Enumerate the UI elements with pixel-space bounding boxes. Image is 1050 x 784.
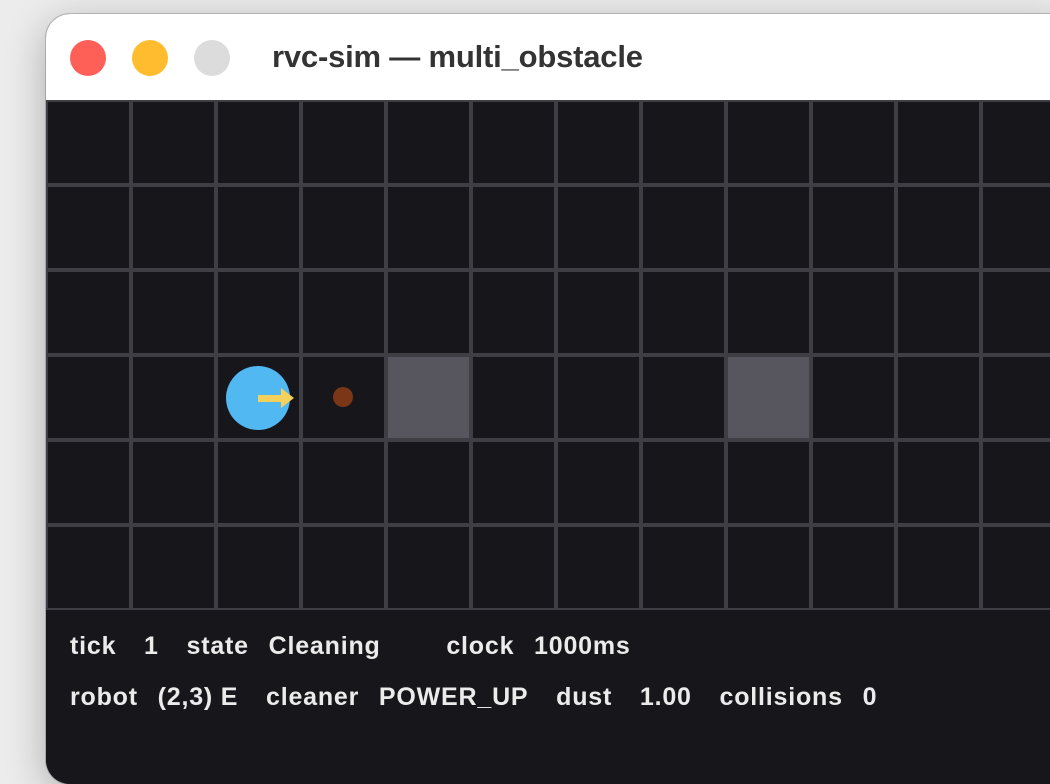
grid-cell — [726, 185, 811, 270]
status-line-1: tick 1 state Cleaning clock 1000ms — [70, 632, 631, 661]
grid-cell — [386, 185, 471, 270]
grid-cell — [556, 185, 641, 270]
grid-cell — [811, 185, 896, 270]
grid-cell — [301, 440, 386, 525]
status-line-2: robot (2,3) E cleaner POWER_UP dust 1.00… — [70, 683, 877, 712]
grid-cell — [641, 100, 726, 185]
grid-cell — [981, 525, 1050, 610]
status-bar: tick 1 state Cleaning clock 1000ms robot… — [46, 610, 1050, 784]
grid-cell — [301, 270, 386, 355]
grid-cell — [216, 100, 301, 185]
grid-cell — [386, 270, 471, 355]
tick-label: tick — [70, 632, 117, 660]
grid-cell — [471, 270, 556, 355]
grid-cell — [216, 185, 301, 270]
grid-cell — [471, 100, 556, 185]
minimize-window-button[interactable] — [132, 40, 168, 76]
grid-cell — [301, 525, 386, 610]
grid-cell — [46, 440, 131, 525]
grid-cell — [46, 100, 131, 185]
state-label: state — [186, 632, 249, 660]
grid-cell — [46, 185, 131, 270]
cleaner-value: POWER_UP — [378, 683, 529, 711]
grid-cell — [216, 525, 301, 610]
zoom-window-button[interactable] — [194, 40, 230, 76]
grid-cell — [46, 525, 131, 610]
dust-label: dust — [556, 683, 613, 711]
grid-cell — [46, 270, 131, 355]
cleaner-label: cleaner — [266, 683, 360, 711]
window-title: rvc-sim — multi_obstacle — [272, 39, 643, 74]
clock-label: clock — [446, 632, 515, 660]
grid-cell — [811, 525, 896, 610]
grid-cell — [641, 355, 726, 440]
grid-cell — [556, 440, 641, 525]
grid-cell — [301, 185, 386, 270]
grid-cell — [981, 185, 1050, 270]
collisions-label: collisions — [719, 683, 843, 711]
tick-value: 1 — [144, 632, 159, 660]
grid-cell — [216, 270, 301, 355]
grid-cell — [726, 525, 811, 610]
grid-cell — [556, 100, 641, 185]
simulator-window: rvc-sim — multi_obstacle tick 1 state Cl… — [46, 14, 1050, 784]
grid-cell — [131, 525, 216, 610]
state-value: Cleaning — [268, 632, 381, 660]
grid-cell — [131, 270, 216, 355]
grid-cell — [216, 440, 301, 525]
grid-cell — [386, 100, 471, 185]
grid-cell — [131, 100, 216, 185]
clock-value: 1000ms — [534, 632, 631, 660]
close-window-button[interactable] — [70, 40, 106, 76]
grid-cell — [471, 440, 556, 525]
grid-cell — [896, 440, 981, 525]
simulation-grid — [46, 100, 1050, 610]
grid-cell — [386, 525, 471, 610]
dust-value: 1.00 — [639, 683, 692, 711]
grid-cell — [471, 525, 556, 610]
grid-cell — [981, 440, 1050, 525]
grid-cell — [131, 185, 216, 270]
dust-marker — [333, 387, 353, 407]
grid-cell — [301, 100, 386, 185]
grid-cell — [981, 355, 1050, 440]
grid-cell — [471, 185, 556, 270]
grid-cell — [46, 355, 131, 440]
grid-cell — [981, 270, 1050, 355]
grid-cell — [811, 440, 896, 525]
robot-value: (2,3) E — [157, 683, 239, 711]
grid-cell — [131, 355, 216, 440]
grid-cell — [811, 355, 896, 440]
grid-cell — [896, 525, 981, 610]
grid-cell — [556, 355, 641, 440]
robot-label: robot — [70, 683, 138, 711]
collisions-value: 0 — [862, 683, 878, 711]
grid-cell — [811, 100, 896, 185]
grid-cell — [896, 185, 981, 270]
grid-cell — [726, 100, 811, 185]
obstacle-cell — [386, 355, 471, 440]
grid-cell — [641, 525, 726, 610]
grid-cell — [896, 355, 981, 440]
title-bar: rvc-sim — multi_obstacle — [46, 14, 1050, 101]
grid-cell — [726, 270, 811, 355]
grid-cell — [471, 355, 556, 440]
grid-cell — [981, 100, 1050, 185]
grid-cell — [726, 440, 811, 525]
robot-marker — [226, 366, 294, 430]
grid-cell — [641, 185, 726, 270]
grid-cell — [641, 270, 726, 355]
grid-cell — [386, 440, 471, 525]
grid-cell — [556, 270, 641, 355]
grid-cell — [896, 100, 981, 185]
grid-cell — [556, 525, 641, 610]
grid-cell — [131, 440, 216, 525]
grid-cell — [896, 270, 981, 355]
grid-cell — [811, 270, 896, 355]
grid-cell — [641, 440, 726, 525]
obstacle-cell — [726, 355, 811, 440]
robot-heading-arrowhead — [281, 388, 294, 408]
